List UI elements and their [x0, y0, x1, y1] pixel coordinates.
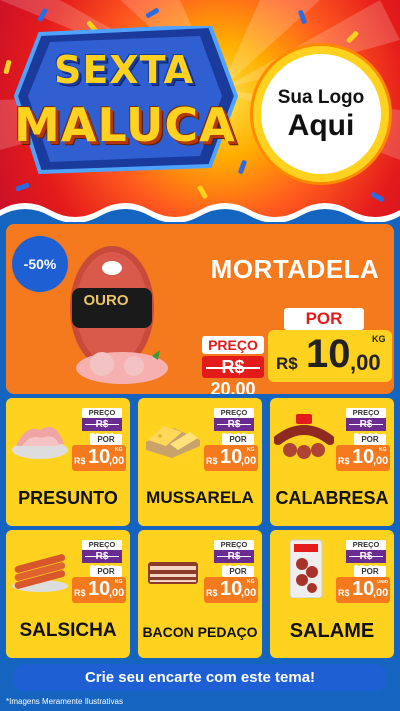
new-price-label: POR — [90, 566, 122, 577]
new-price: R$ 10 ,00 KG — [72, 577, 126, 603]
strikethrough-line — [206, 367, 260, 369]
new-price: R$ 10 ,00 KG — [336, 445, 390, 471]
old-price: R$ 20,00 — [346, 418, 386, 443]
product-name: SALSICHA — [19, 620, 117, 641]
product-card-salame[interactable]: PREÇO R$ 20,00 POR R$ 10 ,00 UNID SALAME — [270, 530, 394, 658]
price-unit: KG — [247, 579, 255, 585]
old-price: R$ 20,00 — [202, 356, 264, 394]
featured-product-name: MORTADELA — [210, 254, 380, 284]
price-unit: KG — [372, 334, 386, 344]
price-integer: 10 — [88, 446, 111, 468]
old-price-label: PREÇO — [346, 408, 386, 418]
strikethrough-line — [349, 556, 383, 557]
old-price-label: PREÇO — [82, 540, 122, 550]
old-price-value: R$ 20,00 — [210, 357, 256, 394]
bacon-image — [148, 562, 198, 584]
price-decimal: ,00 — [241, 587, 257, 599]
product-card-calabresa[interactable]: PREÇO R$ 20,00 POR R$ 10 ,00 KG CALABRES… — [270, 398, 394, 526]
old-price-label: PREÇO — [214, 540, 254, 550]
strikethrough-line — [85, 424, 119, 425]
old-price: R$ 20,00 — [82, 418, 122, 443]
price-currency: R$ — [206, 588, 218, 598]
create-flyer-button[interactable]: Crie seu encarte com este tema! — [14, 664, 386, 691]
strikethrough-line — [217, 556, 251, 557]
featured-brand: OURO — [83, 292, 129, 309]
new-price: R$ 10 ,00 KG — [204, 445, 258, 471]
disclaimer-text: *Imagens Meramente Ilustrativas — [6, 697, 123, 706]
price-integer: 10 — [352, 446, 375, 468]
price-decimal: ,00 — [373, 455, 389, 467]
price-currency: R$ — [74, 456, 86, 466]
old-price-label: PREÇO — [346, 540, 386, 550]
logo-placeholder[interactable]: Sua Logo Aqui — [253, 46, 389, 182]
product-card-salsicha[interactable]: PREÇO R$ 20,00 POR R$ 10 ,00 KG SALSICHA — [6, 530, 130, 658]
new-price-label: POR — [354, 566, 386, 577]
new-price-label: POR — [90, 434, 122, 445]
discount-badge: -50% — [12, 236, 68, 292]
price-integer: 10 — [88, 578, 111, 600]
calabresa-image — [274, 414, 334, 459]
old-price-label: PREÇO — [214, 408, 254, 418]
new-price-label: POR — [354, 434, 386, 445]
old-price: R$ 20,00 — [214, 550, 254, 575]
product-name: BACON PEDAÇO — [142, 624, 258, 640]
product-card-presunto[interactable]: PREÇO R$ 20,00 POR R$ 10 ,00 KG PRESUNTO — [6, 398, 130, 526]
old-price-label: PREÇO — [202, 336, 264, 354]
price-unit: KG — [115, 579, 123, 585]
old-price: R$ 20,00 — [214, 418, 254, 443]
presunto-image — [12, 427, 68, 459]
price-integer: 10 — [352, 578, 375, 600]
price-currency: R$ — [338, 588, 350, 598]
header-banner: SEXTA MALUCA Sua Logo Aqui — [0, 0, 400, 222]
price-decimal: ,00 — [350, 350, 381, 375]
salsicha-image — [12, 554, 68, 592]
price-currency: R$ — [206, 456, 218, 466]
price-decimal: ,00 — [109, 455, 125, 467]
price-integer: 10 — [220, 446, 243, 468]
new-price: R$ 10 ,00 KG — [72, 445, 126, 471]
old-price-label: PREÇO — [82, 408, 122, 418]
old-price: R$ 20,00 — [346, 550, 386, 575]
strikethrough-line — [349, 424, 383, 425]
strikethrough-line — [85, 556, 119, 557]
price-unit: KG — [247, 447, 255, 453]
price-currency: R$ — [74, 588, 86, 598]
price-integer: 10 — [306, 332, 351, 376]
new-price-label: POR — [222, 566, 254, 577]
price-decimal: ,00 — [241, 455, 257, 467]
product-name: MUSSARELA — [146, 488, 254, 507]
price-decimal: ,00 — [109, 587, 125, 599]
new-price: R$ 10 ,00 UNID — [336, 577, 390, 603]
title-maluca: MALUCA — [14, 98, 236, 152]
product-name: SALAME — [289, 620, 375, 642]
product-name: PRESUNTO — [18, 488, 118, 508]
logo-text-line1: Sua Logo — [277, 86, 365, 108]
mortadela-image — [70, 246, 168, 384]
product-card-bacon[interactable]: PREÇO R$ 20,00 POR R$ 10 ,00 KG BACON PE… — [138, 530, 262, 658]
price-unit: KG — [115, 447, 123, 453]
new-price-label: POR — [284, 308, 364, 330]
featured-product-card[interactable]: -50% OURO MORTADELA PREÇO R$ 20,00 POR R… — [6, 224, 394, 394]
new-price-label: POR — [222, 434, 254, 445]
old-price: R$ 20,00 — [82, 550, 122, 575]
title-sexta: SEXTA — [53, 48, 194, 92]
logo-text-line2: Aqui — [287, 108, 355, 142]
salame-image — [289, 539, 323, 598]
mussarela-image — [146, 426, 200, 458]
price-currency: R$ — [276, 354, 298, 373]
price-unit: UNID — [377, 579, 388, 584]
new-price: R$ 10 ,00 KG — [268, 330, 392, 382]
price-integer: 10 — [220, 578, 243, 600]
price-decimal: ,00 — [373, 587, 389, 599]
price-currency: R$ — [338, 456, 350, 466]
new-price: R$ 10 ,00 KG — [204, 577, 258, 603]
product-name: CALABRESA — [275, 488, 389, 508]
wave-divider — [0, 203, 400, 222]
strikethrough-line — [217, 424, 251, 425]
price-unit: KG — [379, 447, 387, 453]
product-card-mussarela[interactable]: PREÇO R$ 20,00 POR R$ 10 ,00 KG MUSSAREL… — [138, 398, 262, 526]
